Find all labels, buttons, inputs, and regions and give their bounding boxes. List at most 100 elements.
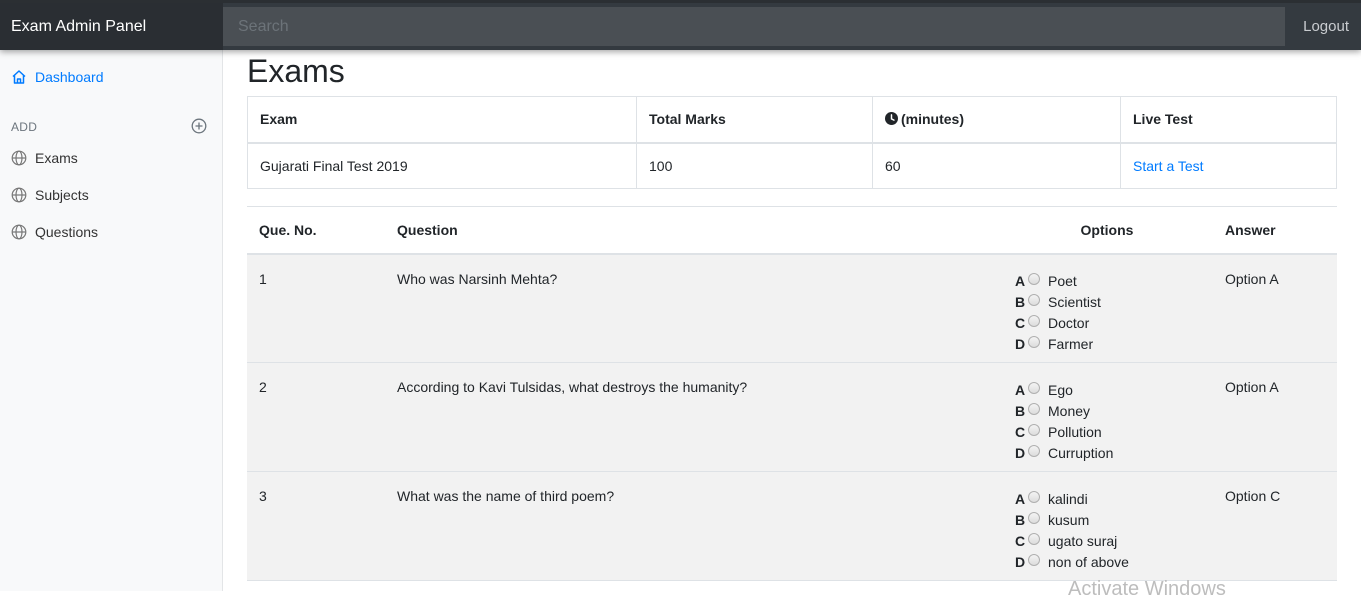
option-text: kusum [1048,511,1090,528]
option-letter: C [1015,532,1026,549]
duration-minutes: 60 [872,142,1121,189]
option-radio[interactable] [1028,511,1040,524]
answer-header: Answer [1213,206,1337,255]
option-a: Akalindi [1015,488,1201,509]
option-radio[interactable] [1028,490,1040,503]
total-marks-header: Total Marks [636,96,873,144]
option-letter: A [1015,490,1026,507]
clock-icon [885,112,898,126]
option-letter: D [1015,444,1026,461]
option-radio[interactable] [1028,336,1040,348]
option-radio[interactable] [1028,423,1040,436]
option-letter: A [1015,273,1026,289]
sidebar-item-label: Dashboard [35,69,104,85]
sidebar-item-subjects[interactable]: Subjects [11,187,89,203]
exam-header: Exam [247,96,637,144]
option-c: C Doctor [1015,313,1201,334]
questions-table: Que. No. Question Options Answer 1 Who w… [247,206,1337,581]
option-letter: D [1015,553,1026,570]
top-navbar: Exam Admin Panel Logout [0,0,1361,50]
globe-icon [11,224,27,240]
option-radio[interactable] [1028,532,1040,545]
options-header: Options [1001,206,1213,255]
option-text: Farmer [1048,336,1094,352]
que-no-header: Que. No. [247,206,385,255]
home-icon [12,70,26,84]
plus-circle-icon[interactable] [191,118,207,134]
option-text: kalindi [1048,490,1088,507]
option-text: Ego [1048,381,1073,398]
activate-windows-watermark: Activate Windows [1068,578,1226,600]
option-letter: B [1015,511,1026,528]
answer-text: Option A [1213,362,1337,472]
option-letter: D [1015,336,1026,352]
option-text: ugato suraj [1048,532,1118,549]
search-input[interactable] [223,7,1285,46]
option-radio[interactable] [1028,553,1040,566]
option-text: Money [1048,402,1091,419]
duration-header-label: (minutes) [901,111,964,128]
option-letter: B [1015,402,1026,419]
sidebar-item-questions[interactable]: Questions [11,224,98,240]
question-text: What was the name of third poem? [385,471,1001,581]
question-text: Who was Narsinh Mehta? [385,253,1001,363]
options-cell: A Ego B Money C Pollution D Curruption [1001,362,1213,472]
sidebar-item-label: Subjects [35,187,89,203]
exam-table: Exam Total Marks (minutes) Live Test Guj… [247,96,1337,189]
globe-icon [11,187,27,203]
option-text: Scientist [1048,294,1101,310]
live-test-header: Live Test [1120,96,1337,144]
option-a: A Poet [1015,271,1201,292]
option-b: B Money [1015,400,1201,421]
sidebar-item-label: Questions [35,224,99,240]
sidebar: Dashboard ADD Exams Subjects Questions [0,50,223,591]
option-d: D Farmer [1015,334,1201,355]
option-d: D Curruption [1015,442,1201,463]
option-b: Bkusum [1015,509,1201,530]
question-text: According to Kavi Tulsidas, what destroy… [385,362,1001,472]
table-row: 2 According to Kavi Tulsidas, what destr… [247,362,1337,472]
option-radio[interactable] [1028,402,1040,415]
total-marks: 100 [636,142,873,189]
option-text: Pollution [1048,423,1102,440]
add-heading: ADD [11,120,38,134]
option-text: non of above [1048,553,1129,570]
sidebar-item-exams[interactable]: Exams [11,150,78,166]
options-cell: A Poet B Scientist C Doctor D Farmer [1001,253,1213,363]
option-c: C Pollution [1015,421,1201,442]
question-number: 2 [247,362,385,472]
duration-header: (minutes) [872,96,1121,144]
option-b: B Scientist [1015,292,1201,313]
answer-text: Option A [1213,253,1337,363]
live-test-cell: Start a Test [1120,142,1337,189]
question-header: Question [385,206,1001,255]
options-cell: Akalindi Bkusum Cugato suraj Dnon of abo… [1001,471,1213,581]
start-test-link[interactable]: Start a Test [1133,158,1204,174]
option-text: Curruption [1048,444,1114,461]
option-letter: A [1015,381,1026,398]
option-letter: C [1015,423,1026,440]
exam-name: Gujarati Final Test 2019 [247,142,637,189]
option-letter: C [1015,315,1026,331]
sidebar-item-dashboard[interactable]: Dashboard [11,69,104,85]
option-radio[interactable] [1028,315,1040,327]
option-text: Poet [1048,273,1077,289]
globe-icon [11,150,27,166]
table-row: Gujarati Final Test 2019 100 60 Start a … [247,142,1337,189]
option-a: A Ego [1015,379,1201,400]
option-radio[interactable] [1028,294,1040,306]
page-title: Exams [247,53,345,89]
logout-link[interactable]: Logout [1303,3,1349,50]
sidebar-item-label: Exams [35,150,78,166]
brand-title[interactable]: Exam Admin Panel [0,3,223,50]
table-row: 1 Who was Narsinh Mehta? A Poet B Scientis… [247,253,1337,363]
option-letter: B [1015,294,1026,310]
option-radio[interactable] [1028,273,1040,285]
question-number: 3 [247,471,385,581]
option-text: Doctor [1048,315,1090,331]
question-number: 1 [247,253,385,363]
option-d: Dnon of above [1015,551,1201,572]
option-radio[interactable] [1028,381,1040,394]
option-radio[interactable] [1028,444,1040,457]
answer-text: Option C [1213,471,1337,581]
